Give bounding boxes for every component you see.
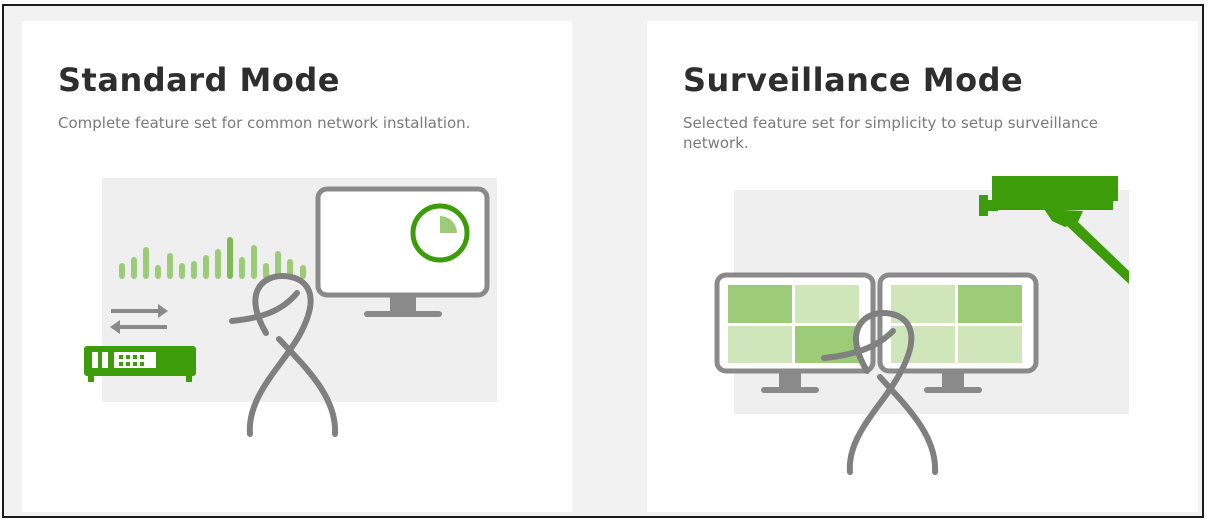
standard-mode-card[interactable]: Standard Mode Complete feature set for c…: [22, 21, 572, 512]
pie-chart-icon: [410, 203, 470, 263]
surveillance-mode-illustration: [714, 176, 1129, 475]
mode-selection-panel: Standard Mode Complete feature set for c…: [2, 4, 1204, 518]
surveillance-mode-card[interactable]: Surveillance Mode Selected feature set f…: [647, 21, 1198, 512]
standard-mode-illustration: [84, 178, 497, 437]
